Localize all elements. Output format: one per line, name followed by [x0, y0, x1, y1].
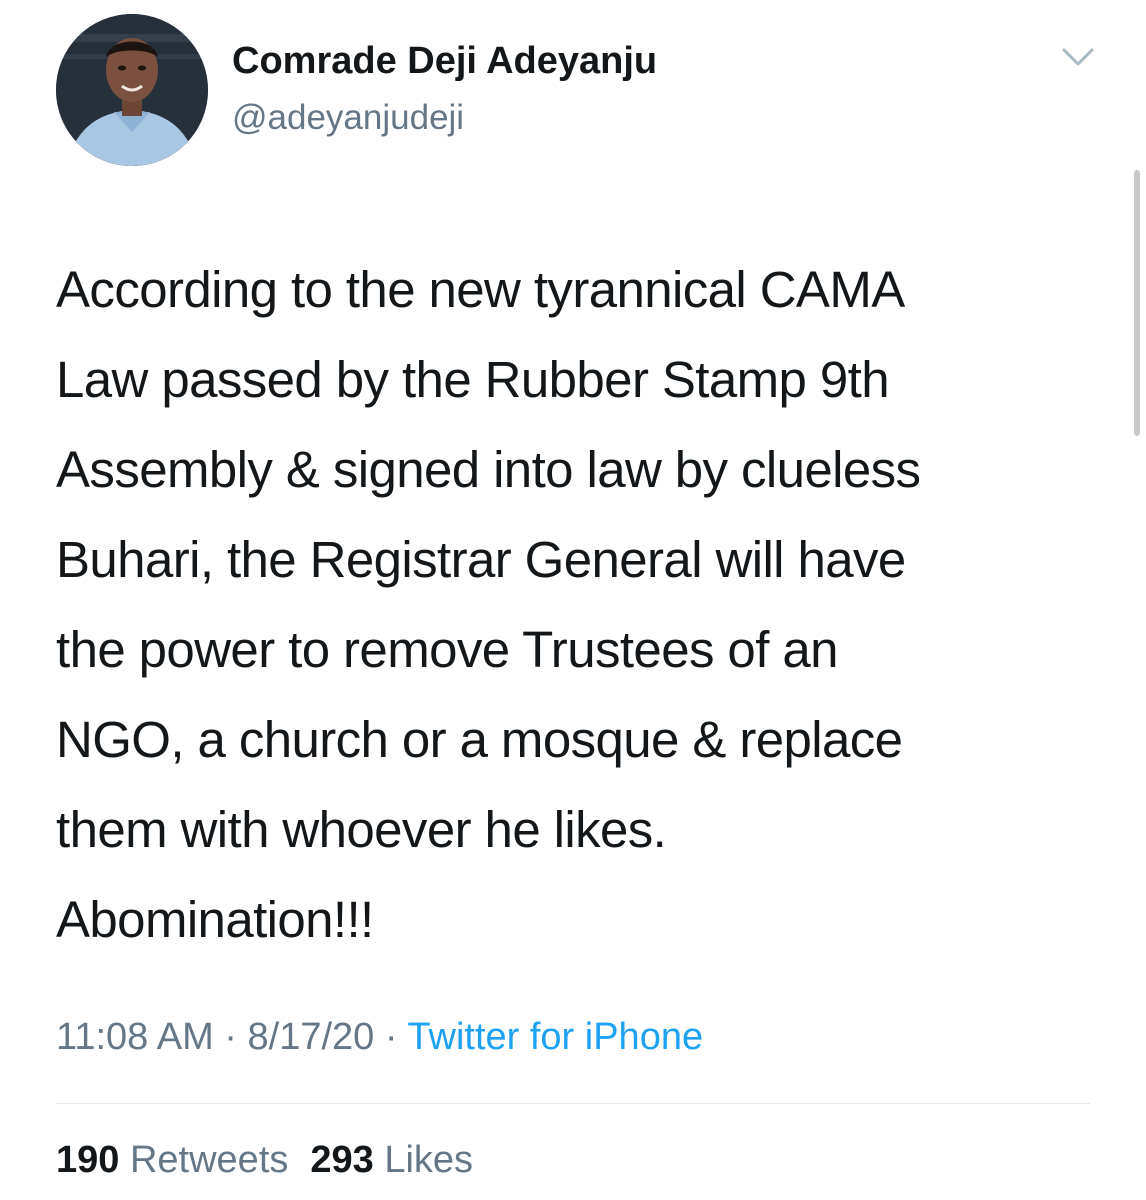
likes-count: 293: [310, 1139, 374, 1181]
likes-label: Likes: [384, 1139, 474, 1181]
tweet-metadata: 11:08 AM · 8/17/20 · Twitter for iPhone: [56, 1016, 703, 1059]
tweet-time: 11:08 AM: [56, 1016, 214, 1058]
author-handle[interactable]: @adeyanjudeji: [232, 98, 464, 138]
divider: [56, 1103, 1090, 1104]
tweet-text: According to the new tyrannical CAMA Law…: [56, 261, 921, 948]
avatar[interactable]: [56, 14, 208, 166]
tweet-stats: 190 Retweets 293 Likes: [56, 1139, 473, 1182]
retweets-label: Retweets: [129, 1139, 289, 1181]
likes-stat[interactable]: 293 Likes: [310, 1139, 473, 1181]
author-display-name[interactable]: Comrade Deji Adeyanju: [232, 40, 657, 83]
tweet-source-link[interactable]: Twitter for iPhone: [407, 1016, 703, 1058]
retweets-stat[interactable]: 190 Retweets: [56, 1139, 288, 1181]
profile-photo-icon: [56, 14, 208, 166]
meta-separator: ·: [384, 1016, 398, 1058]
tweet-date: 8/17/20: [247, 1016, 375, 1058]
chevron-down-icon[interactable]: [1058, 42, 1098, 72]
meta-separator: ·: [224, 1016, 237, 1058]
scrollbar[interactable]: [1134, 170, 1140, 436]
tweet-detail: Comrade Deji Adeyanju @adeyanjudeji Acco…: [0, 0, 1146, 1200]
retweets-count: 190: [56, 1139, 120, 1181]
